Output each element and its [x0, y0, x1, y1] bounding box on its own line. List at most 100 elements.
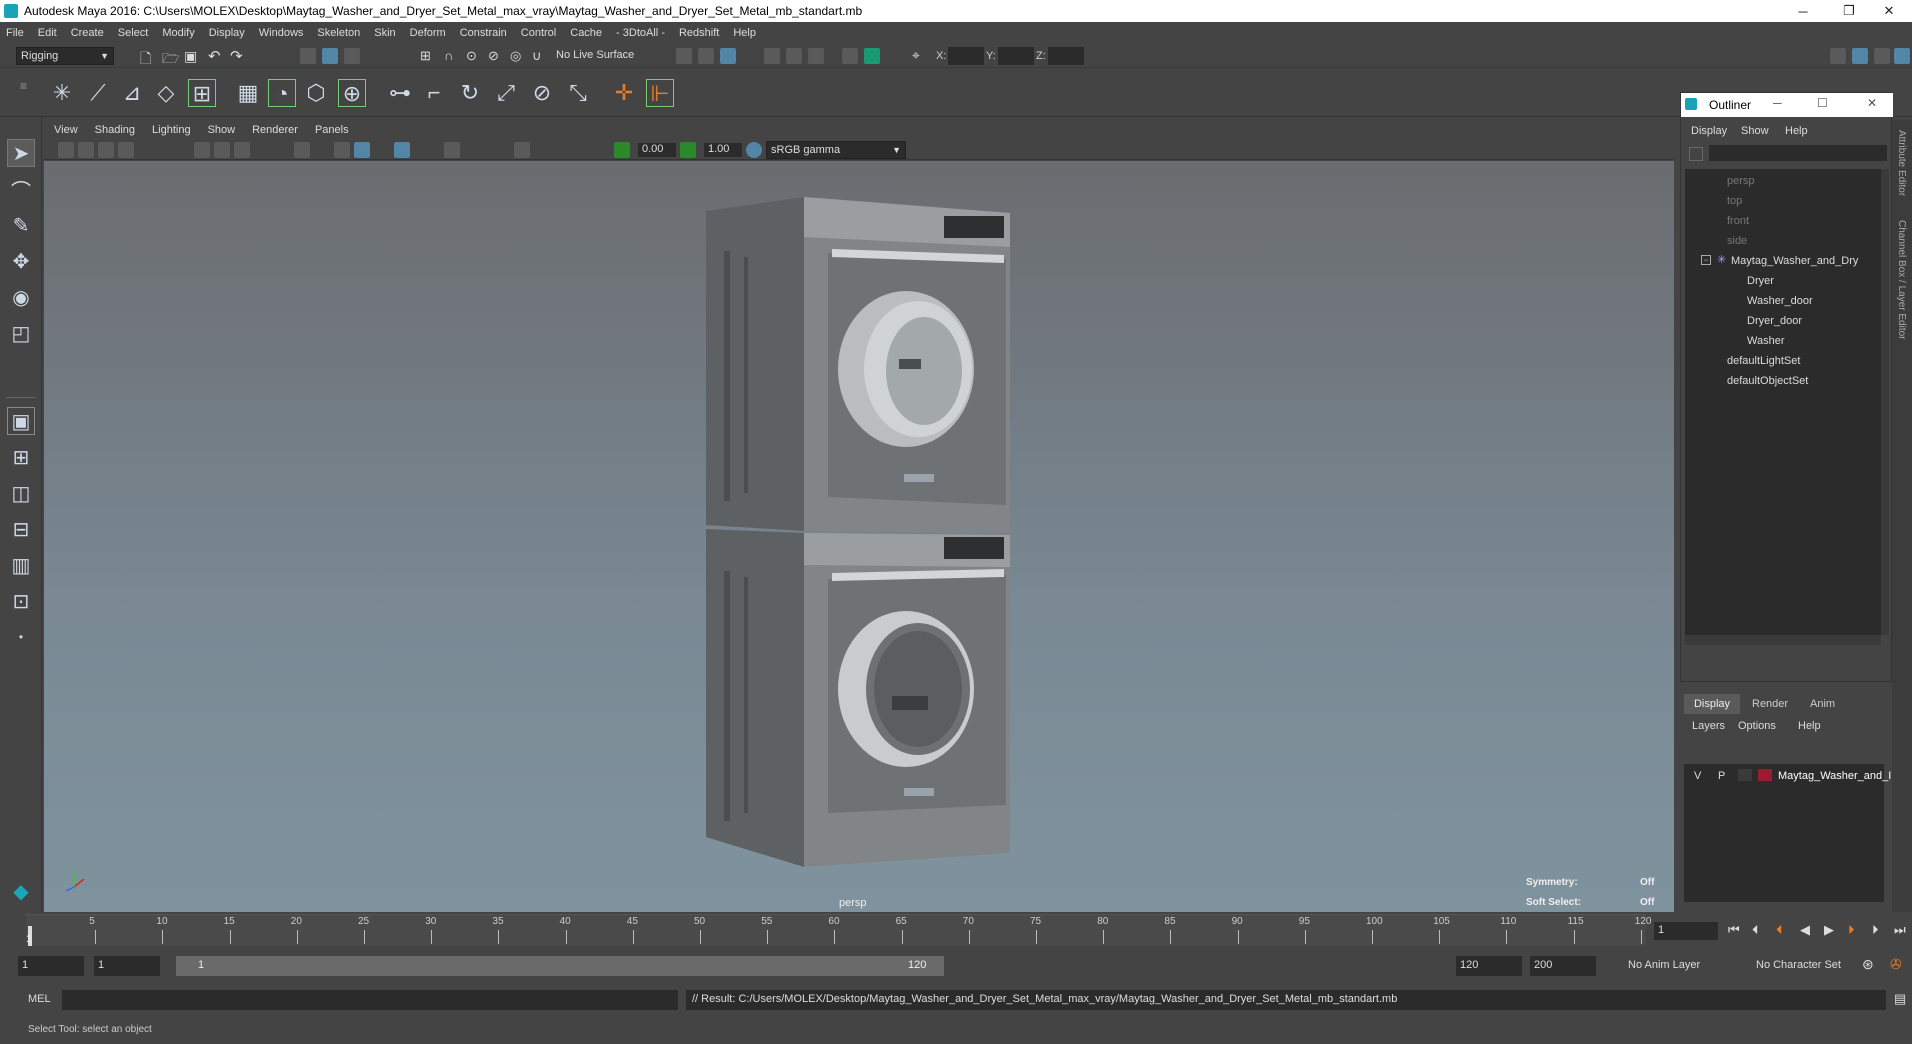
smooth-shade-icon[interactable] [354, 142, 370, 158]
ik-spline-icon[interactable]: ⊿ [118, 79, 146, 107]
panel-menu-show[interactable]: Show [208, 124, 236, 136]
persp-graph-layout-icon[interactable]: ▥ [7, 551, 35, 579]
set-driven-key-icon[interactable]: ⊩ [646, 79, 674, 107]
wire-icon[interactable]: ⬡ [302, 79, 330, 107]
side-by-side-layout-icon[interactable]: ◫ [7, 479, 35, 507]
textured-icon[interactable] [394, 142, 410, 158]
snap-point-icon[interactable]: ⊙ [466, 48, 477, 64]
y-field[interactable] [998, 47, 1034, 65]
auto-key-icon[interactable]: ⊛ [1862, 956, 1874, 973]
bookmark-icon[interactable] [98, 142, 114, 158]
constraint-scale-icon[interactable]: ⤢ [492, 79, 520, 107]
outliner-item-side[interactable]: side [1727, 235, 1747, 247]
hypershade-layout-icon[interactable]: ⊡ [7, 587, 35, 615]
select-camera-icon[interactable] [58, 142, 74, 158]
constraint-parent-icon[interactable]: ⊘ [528, 79, 556, 107]
tab-display[interactable]: Display [1684, 694, 1740, 714]
range-slider[interactable]: 1 120 [176, 956, 944, 976]
redo-icon[interactable]: ↷ [230, 47, 243, 65]
z-field[interactable] [1048, 47, 1084, 65]
panel-menu-renderer[interactable]: Renderer [252, 124, 298, 136]
attribute-editor-tab[interactable]: Attribute Editor [1896, 130, 1907, 196]
go-to-end-icon[interactable]: ⏭ [1894, 922, 1906, 938]
layer-menu-layers[interactable]: Layers [1692, 720, 1725, 732]
maximize-icon[interactable]: ☐ [1817, 96, 1828, 110]
sculpt-icon[interactable]: ⊕ [338, 79, 366, 107]
modeling-toolkit-icon[interactable] [1830, 48, 1846, 64]
exposure-field[interactable]: 0.00 [638, 143, 676, 157]
locator-icon[interactable]: ✛ [610, 79, 638, 107]
outliner-item-dryer[interactable]: Dryer [1747, 275, 1774, 287]
menu-redshift[interactable]: Redshift [679, 27, 719, 39]
select-component-icon[interactable] [344, 48, 360, 64]
safe-action-icon[interactable] [294, 142, 310, 158]
menu-set-dropdown[interactable]: Rigging ▼ [16, 47, 114, 65]
menu-edit[interactable]: Edit [38, 27, 57, 39]
panel-menu-view[interactable]: View [54, 124, 78, 136]
playback-end-field[interactable]: 120 [1456, 956, 1522, 976]
outliner-item-top[interactable]: top [1727, 195, 1742, 207]
exposure-icon[interactable] [614, 142, 630, 158]
filter-icon[interactable] [1689, 147, 1703, 161]
play-back-icon[interactable]: ◀ [1800, 922, 1810, 938]
constraint-orient-icon[interactable]: ↻ [456, 79, 484, 107]
tab-anim[interactable]: Anim [1810, 698, 1835, 710]
command-mode[interactable]: MEL [28, 993, 51, 1005]
outliner-item-default-object-set[interactable]: defaultObjectSet [1727, 375, 1808, 387]
close-button[interactable]: ✕ [1866, 0, 1912, 22]
layer-visibility-toggle[interactable]: V [1694, 770, 1701, 782]
menu-constrain[interactable]: Constrain [460, 27, 507, 39]
menu-select[interactable]: Select [118, 27, 149, 39]
menu-display[interactable]: Display [209, 27, 245, 39]
scale-tool-icon[interactable]: ◰ [7, 319, 35, 347]
layer-menu-help[interactable]: Help [1798, 720, 1821, 732]
layer-display-type[interactable] [1738, 769, 1752, 781]
select-tool-icon[interactable]: ➤ [7, 139, 35, 167]
panel-menu-lighting[interactable]: Lighting [152, 124, 191, 136]
outliner-vertical-scrollbar[interactable] [1881, 169, 1889, 635]
anim-layer-dropdown[interactable]: No Anim Layer [1622, 956, 1746, 976]
render-view-icon[interactable] [720, 48, 736, 64]
outliner-item-washer-door[interactable]: Washer_door [1747, 295, 1813, 307]
grid-toggle-icon[interactable] [194, 142, 210, 158]
menu-help[interactable]: Help [733, 27, 756, 39]
minimize-icon[interactable]: ─ [1773, 96, 1782, 110]
bind-skin-icon[interactable]: ⊞ [188, 79, 216, 107]
snap-grid-icon[interactable]: ⊞ [420, 48, 431, 64]
menu-3dtoall[interactable]: - 3DtoAll - [616, 27, 665, 39]
lasso-tool-icon[interactable]: ⌒ [7, 175, 35, 203]
wireframe-icon[interactable] [334, 142, 350, 158]
snap-curve-icon[interactable]: ∩ [444, 48, 453, 63]
isolate-select-icon[interactable] [514, 142, 530, 158]
layer-playback-toggle[interactable]: P [1718, 770, 1725, 782]
outliner-item-default-light-set[interactable]: defaultLightSet [1727, 355, 1800, 367]
panel-menu-panels[interactable]: Panels [315, 124, 349, 136]
outliner-item-washer[interactable]: Washer [1747, 335, 1785, 347]
select-object-icon[interactable] [322, 48, 338, 64]
joint-tool-icon[interactable]: ✳ [48, 79, 76, 107]
four-pane-layout-icon[interactable]: ⊞ [7, 443, 35, 471]
next-key-icon[interactable]: ⏵ [1848, 922, 1855, 938]
close-icon[interactable]: ✕ [1867, 96, 1877, 110]
ipr-render-icon[interactable] [786, 48, 802, 64]
play-forward-icon[interactable]: ▶ [1824, 922, 1834, 938]
constraint-point-icon[interactable]: ⊶ [386, 79, 414, 107]
go-to-start-icon[interactable]: ⏮ [1728, 922, 1740, 938]
current-frame-field[interactable]: 1 [1654, 922, 1718, 940]
paint-select-icon[interactable]: ✎ [7, 211, 35, 239]
menu-create[interactable]: Create [71, 27, 104, 39]
persp-outliner-layout-icon[interactable]: ⊟ [7, 515, 35, 543]
undo-icon[interactable]: ↶ [208, 47, 221, 65]
command-input[interactable] [62, 990, 678, 1010]
live-surface-label[interactable]: No Live Surface [556, 49, 634, 61]
layer-name[interactable]: Maytag_Washer_and_I [1778, 770, 1891, 782]
snap-view-icon[interactable]: ⊘ [488, 48, 499, 64]
move-tool-icon[interactable]: ✥ [7, 247, 35, 275]
layer-color-swatch[interactable] [1758, 769, 1772, 781]
snap-surface-icon[interactable]: ◎ [510, 48, 521, 64]
color-space-dropdown[interactable]: sRGB gamma ▼ [766, 141, 906, 159]
camera-attributes-icon[interactable] [78, 142, 94, 158]
script-editor-icon[interactable]: ▤ [1894, 991, 1906, 1007]
outliner-menu-display[interactable]: Display [1691, 125, 1727, 137]
outliner-menu-show[interactable]: Show [1741, 125, 1769, 137]
